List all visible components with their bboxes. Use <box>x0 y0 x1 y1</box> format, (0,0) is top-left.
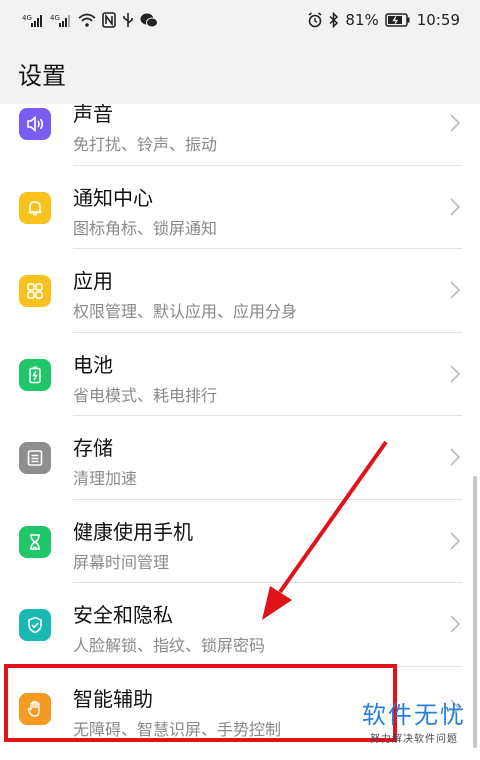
settings-item-label: 存储 <box>73 436 113 460</box>
settings-item-battery[interactable]: 电池 省电模式、耗电排行 <box>0 333 480 416</box>
page-header: 设置 <box>0 40 480 104</box>
page-title: 设置 <box>18 62 66 90</box>
settings-item-subtitle: 人脸解锁、指纹、锁屏密码 <box>73 636 266 655</box>
storage-icon <box>19 442 51 474</box>
settings-item-security-privacy[interactable]: 安全和隐私 人脸解锁、指纹、锁屏密码 <box>0 583 480 667</box>
hourglass-icon <box>19 525 51 558</box>
watermark-subtitle: 努力解决软件问题 <box>370 734 458 745</box>
watermark-logo: 软件无忧 努力解决软件问题 <box>362 700 466 745</box>
settings-item-digital-balance[interactable]: 健康使用手机 屏幕时间管理 <box>0 500 480 583</box>
chevron-right-icon <box>450 197 461 220</box>
battery-status-icon <box>385 13 411 27</box>
settings-item-subtitle: 省电模式、耗电排行 <box>73 385 218 405</box>
chevron-right-icon <box>450 281 461 303</box>
settings-item-subtitle: 屏幕时间管理 <box>73 552 170 572</box>
chevron-right-icon <box>450 615 461 637</box>
settings-item-label: 声音 <box>73 104 113 126</box>
settings-item-label: 通知中心 <box>73 185 153 210</box>
status-left: 4G 4G <box>22 12 158 28</box>
chevron-right-icon <box>450 531 461 554</box>
settings-item-subtitle: 清理加速 <box>73 469 138 488</box>
status-bar: 4G 4G 81% 10:59 <box>0 0 480 40</box>
hand-icon <box>19 692 51 725</box>
speaker-icon <box>19 108 51 140</box>
settings-item-subtitle: 免打扰、铃声、振动 <box>73 135 218 154</box>
settings-item-label: 健康使用手机 <box>73 519 193 544</box>
wifi-icon <box>78 13 96 27</box>
battery-icon <box>19 358 51 391</box>
clock: 10:59 <box>416 11 460 29</box>
svg-text:4G: 4G <box>22 14 32 22</box>
settings-item-subtitle: 权限管理、默认应用、应用分身 <box>73 302 298 321</box>
chevron-right-icon <box>450 114 461 136</box>
scrollbar[interactable] <box>473 476 477 748</box>
chevron-right-icon <box>450 364 461 387</box>
apps-grid-icon <box>19 275 51 307</box>
settings-item-notifications[interactable]: 通知中心 图标角标、锁屏通知 <box>0 166 480 249</box>
alarm-icon <box>307 12 323 28</box>
bell-icon <box>19 191 51 224</box>
signal-icon-2: 4G <box>50 13 72 27</box>
settings-item-label: 应用 <box>73 269 113 293</box>
chevron-right-icon <box>450 448 461 470</box>
bluetooth-icon <box>329 12 339 28</box>
usb-icon <box>122 12 134 28</box>
status-right: 81% 10:59 <box>307 11 460 29</box>
signal-icon: 4G <box>22 13 44 27</box>
settings-item-label: 智能辅助 <box>73 686 153 711</box>
settings-items: 声音 免打扰、铃声、振动 通知中心 图标角标、锁屏通知 应用 权限管理、默认应用… <box>0 104 480 750</box>
settings-list[interactable]: 声音 免打扰、铃声、振动 通知中心 图标角标、锁屏通知 应用 权限管理、默认应用… <box>0 104 480 760</box>
shield-icon <box>19 609 51 641</box>
settings-item-label: 安全和隐私 <box>73 603 173 627</box>
settings-item-subtitle: 无障碍、智慧识屏、手势控制 <box>73 719 282 739</box>
settings-item-label: 电池 <box>73 352 113 377</box>
settings-item-apps[interactable]: 应用 权限管理、默认应用、应用分身 <box>0 249 480 333</box>
battery-percent: 81% <box>345 11 379 29</box>
nfc-icon <box>102 12 116 28</box>
wechat-icon <box>140 13 158 28</box>
settings-item-storage[interactable]: 存储 清理加速 <box>0 416 480 500</box>
svg-text:4G: 4G <box>50 14 60 22</box>
watermark-title: 软件无忧 <box>362 701 466 729</box>
settings-item-sound[interactable]: 声音 免打扰、铃声、振动 <box>0 104 480 166</box>
settings-item-subtitle: 图标角标、锁屏通知 <box>73 218 218 238</box>
